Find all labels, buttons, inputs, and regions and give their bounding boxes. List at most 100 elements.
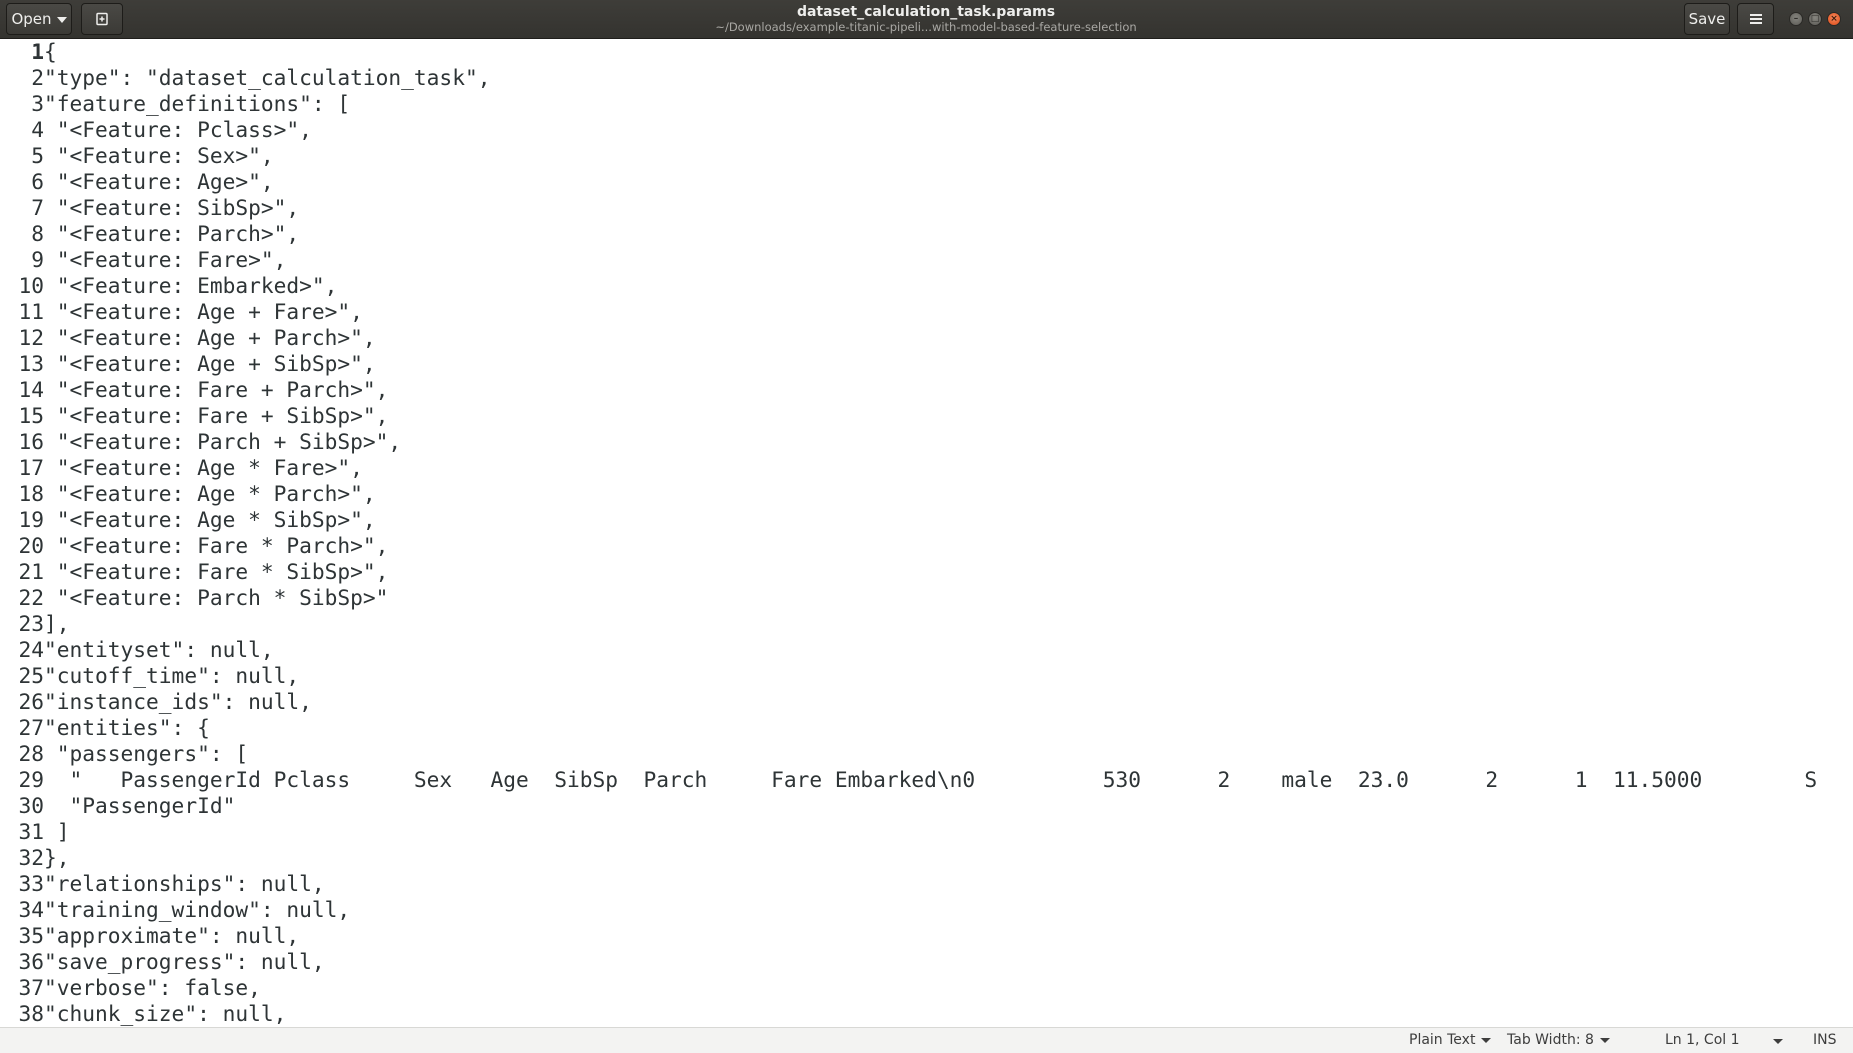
code-line-text: "relationships": null, xyxy=(44,871,325,896)
code-line-text: "<Feature: Fare * SibSp>", xyxy=(44,559,389,584)
code-line-text: "<Feature: Fare + Parch>", xyxy=(44,377,389,402)
chevron-down-icon xyxy=(56,17,67,23)
code-line-text: "<Feature: Fare * Parch>", xyxy=(44,533,389,558)
code-line-text: "entities": { xyxy=(44,715,210,740)
line-number: 4 xyxy=(31,117,44,142)
code-line-text: "<Feature: Age + Parch>", xyxy=(44,325,376,350)
line-number: 32 xyxy=(18,845,44,870)
language-label: Plain Text xyxy=(1409,1032,1476,1048)
tab-width-selector[interactable]: Tab Width: 8 xyxy=(1507,1032,1610,1048)
code-line-text: "<Feature: Sex>", xyxy=(44,143,274,168)
code-line-text: "passengers": [ xyxy=(44,741,249,766)
code-line-text: "<Feature: Age + SibSp>", xyxy=(44,351,376,376)
text-editor[interactable]: 1{2 "type": "dataset_calculation_task", 3 "… xyxy=(0,39,1853,1027)
code-line-text: "training_window": null, xyxy=(44,897,351,922)
open-button-label: Open xyxy=(11,10,52,28)
window-subtitle: ~/Downloads/example-titanic-pipeli...wit… xyxy=(715,20,1137,34)
cursor-position-label: Ln 1, Col 1 xyxy=(1665,1032,1740,1048)
line-number: 13 xyxy=(18,351,44,376)
line-number: 5 xyxy=(31,143,44,168)
code-line-text: "<Feature: SibSp>", xyxy=(44,195,300,220)
window-title: dataset_calculation_task.params xyxy=(796,4,1056,20)
chevron-down-icon[interactable] xyxy=(1773,1039,1783,1044)
code-line-text: "<Feature: Age * Parch>", xyxy=(44,481,376,506)
code-line-text: }, xyxy=(44,845,70,870)
code-line-text: "save_progress": null, xyxy=(44,949,325,974)
line-number: 30 xyxy=(18,793,44,818)
line-number: 35 xyxy=(18,923,44,948)
code-line-text: "<Feature: Parch>", xyxy=(44,221,300,246)
line-number: 23 xyxy=(18,611,44,636)
line-number: 21 xyxy=(18,559,44,584)
open-button[interactable]: Open xyxy=(6,3,72,35)
line-number: 18 xyxy=(18,481,44,506)
code-line-text: "<Feature: Parch + SibSp>", xyxy=(44,429,402,454)
line-number: 24 xyxy=(18,637,44,662)
line-number: 28 xyxy=(18,741,44,766)
language-selector[interactable]: Plain Text xyxy=(1409,1032,1492,1048)
close-icon[interactable]: × xyxy=(1827,12,1841,26)
code-line-text: "verbose": false, xyxy=(44,975,261,1000)
code-line-text: "<Feature: Age>", xyxy=(44,169,274,194)
line-number: 34 xyxy=(18,897,44,922)
code-line-text: ], xyxy=(44,611,70,636)
line-number: 3 xyxy=(31,91,44,116)
code-line-text: "<Feature: Age + Fare>", xyxy=(44,299,363,324)
line-number: 11 xyxy=(18,299,44,324)
line-number: 33 xyxy=(18,871,44,896)
menu-button[interactable] xyxy=(1737,3,1774,35)
cursor-position[interactable]: Ln 1, Col 1 xyxy=(1665,1032,1740,1048)
code-line-text: "PassengerId" xyxy=(44,793,236,818)
line-number: 2 xyxy=(31,65,44,90)
line-number: 12 xyxy=(18,325,44,350)
line-number: 17 xyxy=(18,455,44,480)
code-line-text: "approximate": null, xyxy=(44,923,300,948)
insert-mode-label: INS xyxy=(1813,1032,1837,1048)
code-line-text: "cutoff_time": null, xyxy=(44,663,300,688)
line-number: 36 xyxy=(18,949,44,974)
document-new-icon xyxy=(96,12,108,26)
tab-width-label: Tab Width: 8 xyxy=(1507,1032,1594,1048)
code-line-text: "<Feature: Pclass>", xyxy=(44,117,312,142)
line-number: 29 xyxy=(18,767,44,792)
code-line-text: " PassengerId Pclass Sex Age SibSp Parch… xyxy=(44,767,1818,792)
save-button[interactable]: Save xyxy=(1684,3,1730,35)
hamburger-menu-icon xyxy=(1749,14,1762,24)
line-number: 37 xyxy=(18,975,44,1000)
code-line-text: "<Feature: Age * Fare>", xyxy=(44,455,363,480)
line-number: 20 xyxy=(18,533,44,558)
line-number: 19 xyxy=(18,507,44,532)
new-document-button[interactable] xyxy=(81,3,123,35)
maximize-icon[interactable]: □ xyxy=(1808,12,1822,26)
line-number: 26 xyxy=(18,689,44,714)
line-number: 9 xyxy=(31,247,44,272)
code-line-text: "feature_definitions": [ xyxy=(44,91,351,116)
code-line-text: "<Feature: Age * SibSp>", xyxy=(44,507,376,532)
line-number: 38 xyxy=(18,1001,44,1026)
line-number: 31 xyxy=(18,819,44,844)
save-button-label: Save xyxy=(1688,10,1726,28)
insert-mode-indicator[interactable]: INS xyxy=(1813,1032,1837,1048)
line-number: 27 xyxy=(18,715,44,740)
status-bar: Plain Text Tab Width: 8 Ln 1, Col 1 INS xyxy=(0,1027,1853,1053)
window-title-block: dataset_calculation_task.params ~/Downlo… xyxy=(620,4,1232,34)
code-line-text: "type": "dataset_calculation_task", xyxy=(44,65,491,90)
line-number: 10 xyxy=(18,273,44,298)
code-line-text: "<Feature: Fare + SibSp>", xyxy=(44,403,389,428)
line-number: 15 xyxy=(18,403,44,428)
line-number: 1 xyxy=(31,39,44,64)
line-number: 8 xyxy=(31,221,44,246)
code-line-text: ] xyxy=(44,819,70,844)
code-line-text: "<Feature: Fare>", xyxy=(44,247,287,272)
line-number: 22 xyxy=(18,585,44,610)
chevron-down-icon xyxy=(1599,1038,1610,1043)
header-bar: Open dataset_calculation_task.params ~/D… xyxy=(0,0,1853,39)
code-line-text: "chunk_size": null, xyxy=(44,1001,287,1026)
line-number: 25 xyxy=(18,663,44,688)
code-line-text: "<Feature: Parch * SibSp>" xyxy=(44,585,389,610)
line-number: 16 xyxy=(18,429,44,454)
code-line-text: { xyxy=(44,39,57,64)
line-number: 14 xyxy=(18,377,44,402)
minimize-icon[interactable]: – xyxy=(1789,12,1803,26)
line-number: 7 xyxy=(31,195,44,220)
